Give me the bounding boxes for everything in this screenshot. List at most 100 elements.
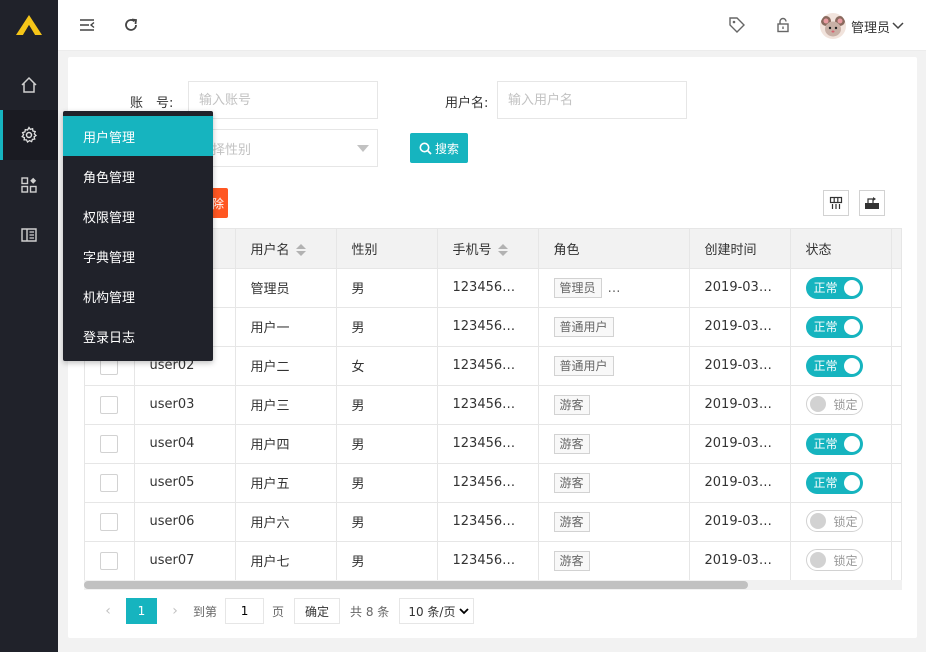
goto-confirm-button[interactable]: 确定 bbox=[294, 598, 341, 624]
columns-filter-button[interactable] bbox=[823, 190, 849, 216]
menu-toggle-button[interactable] bbox=[76, 14, 98, 36]
row-select-cell[interactable] bbox=[85, 424, 135, 464]
total-count: 共 8 条 bbox=[350, 604, 390, 619]
table-row[interactable]: user07 用户七男 12345678901 游客 2019-03-19 锁定 bbox=[85, 541, 901, 581]
scrollbar-thumb[interactable] bbox=[84, 581, 748, 589]
status-switch[interactable]: 正常 bbox=[805, 432, 863, 455]
horizontal-scrollbar[interactable] bbox=[84, 580, 902, 590]
gender-select[interactable]: 选择性别 bbox=[188, 129, 378, 167]
phone-cell: 12345678901 bbox=[437, 541, 539, 581]
page-size-select[interactable]: 10 条/页 bbox=[399, 598, 475, 624]
submenu-item[interactable]: 用户管理 bbox=[63, 116, 213, 156]
checkbox[interactable] bbox=[100, 551, 118, 570]
extra-cell bbox=[891, 541, 901, 581]
refresh-button[interactable] bbox=[120, 14, 142, 36]
nav-components[interactable] bbox=[0, 160, 58, 210]
settings-submenu: 用户管理 角色管理 权限管理 字典管理 机构管理 登录日志 bbox=[63, 111, 213, 361]
status-switch[interactable]: 正常 bbox=[805, 471, 863, 494]
status-switch[interactable]: 正常 bbox=[805, 354, 863, 377]
row-select-cell[interactable] bbox=[85, 541, 135, 581]
next-page-icon[interactable]: › bbox=[165, 603, 185, 619]
status-switch[interactable]: 锁定 bbox=[805, 549, 863, 571]
current-page[interactable]: 1 bbox=[126, 598, 157, 624]
status-switch[interactable]: 锁定 bbox=[805, 393, 863, 415]
user-menu[interactable]: 管理员 bbox=[820, 12, 904, 40]
sort-icon[interactable] bbox=[295, 244, 306, 257]
search-button[interactable]: 搜索 bbox=[410, 133, 468, 163]
header-created[interactable]: 创建时间 bbox=[689, 229, 791, 269]
theme-button[interactable] bbox=[726, 14, 748, 36]
role-tag: 游客 bbox=[553, 472, 590, 493]
roles-cell: 管理员 普通用户 bbox=[538, 268, 690, 308]
lock-screen-button[interactable] bbox=[772, 14, 794, 36]
phone-cell: 12345678901 bbox=[437, 385, 539, 425]
account-input[interactable] bbox=[188, 81, 378, 119]
status-switch[interactable]: 锁定 bbox=[805, 510, 863, 532]
sort-icon[interactable] bbox=[497, 244, 508, 257]
phone-cell: 12345678901 bbox=[437, 346, 539, 386]
header-extra bbox=[891, 229, 901, 269]
created-cell: 2019-03-19 bbox=[689, 307, 791, 347]
extra-cell bbox=[891, 463, 901, 503]
username-input[interactable] bbox=[497, 81, 687, 119]
extra-cell bbox=[891, 346, 901, 386]
header-roles: 角色 bbox=[538, 229, 690, 269]
extra-cell bbox=[891, 268, 901, 308]
submenu-item[interactable]: 权限管理 bbox=[63, 196, 213, 236]
username-cell: 用户一 bbox=[235, 307, 337, 347]
status-cell: 正常 bbox=[790, 268, 892, 308]
submenu-item[interactable]: 字典管理 bbox=[63, 236, 213, 276]
nav-home[interactable] bbox=[0, 60, 58, 110]
phone-cell: 12345678901 bbox=[437, 307, 539, 347]
nav-docs[interactable] bbox=[0, 210, 58, 260]
role-tag: 普通用户 bbox=[553, 316, 614, 337]
username-cell: 用户二 bbox=[235, 346, 337, 386]
page-size-value: 10 条/页 bbox=[408, 604, 456, 619]
submenu-item[interactable]: 机构管理 bbox=[63, 276, 213, 316]
table-row[interactable]: user04 用户四男 12345678901 游客 2019-03-19 正常 bbox=[85, 424, 901, 464]
created-cell: 2019-03-19 bbox=[689, 541, 791, 581]
table-row[interactable]: user06 用户六男 12345678901 游客 2019-03-19 锁定 bbox=[85, 502, 901, 542]
header-label: 创建时间 bbox=[704, 242, 757, 258]
menu-fold-icon bbox=[80, 19, 95, 31]
app-logo[interactable] bbox=[0, 0, 58, 50]
header-username[interactable]: 用户名 bbox=[235, 229, 337, 269]
chevron-down-icon bbox=[892, 22, 904, 30]
role-tag: 普通用户 bbox=[553, 355, 614, 376]
extra-cell bbox=[891, 307, 901, 347]
row-select-cell[interactable] bbox=[85, 385, 135, 425]
gender-cell: 男 bbox=[336, 424, 438, 464]
status-switch-label: 正常 bbox=[813, 476, 838, 490]
row-select-cell[interactable] bbox=[85, 463, 135, 503]
goto-page-input[interactable] bbox=[225, 598, 265, 624]
status-switch-label: 正常 bbox=[813, 320, 838, 334]
prev-page-icon[interactable]: ‹ bbox=[98, 603, 118, 619]
username-cell: 用户三 bbox=[235, 385, 337, 425]
table-row[interactable]: user05 用户五男 12345678901 游客 2019-03-19 正常 bbox=[85, 463, 901, 503]
status-cell: 正常 bbox=[790, 463, 892, 503]
avatar bbox=[820, 13, 846, 39]
status-switch-label: 正常 bbox=[813, 359, 838, 373]
gear-icon bbox=[21, 126, 38, 143]
submenu-item[interactable]: 角色管理 bbox=[63, 156, 213, 196]
checkbox[interactable] bbox=[100, 434, 118, 453]
header-label: 用户名 bbox=[250, 242, 290, 258]
header-phone[interactable]: 手机号 bbox=[437, 229, 539, 269]
header-label: 状态 bbox=[805, 242, 832, 258]
checkbox[interactable] bbox=[100, 512, 118, 531]
submenu-item[interactable]: 登录日志 bbox=[63, 316, 213, 356]
created-cell: 2019-03-19 bbox=[689, 424, 791, 464]
nav-settings[interactable] bbox=[0, 110, 58, 160]
export-button[interactable] bbox=[859, 190, 885, 216]
checkbox[interactable] bbox=[100, 473, 118, 492]
table-row[interactable]: user03 用户三男 12345678901 游客 2019-03-19 锁定 bbox=[85, 385, 901, 425]
gender-cell: 男 bbox=[336, 502, 438, 542]
status-switch[interactable]: 正常 bbox=[805, 315, 863, 338]
status-switch[interactable]: 正常 bbox=[805, 276, 863, 299]
username-cell: 用户四 bbox=[235, 424, 337, 464]
row-select-cell[interactable] bbox=[85, 502, 135, 542]
switch-knob bbox=[843, 279, 860, 296]
checkbox[interactable] bbox=[100, 395, 118, 414]
role-tag: 管理员 bbox=[553, 277, 602, 298]
status-cell: 正常 bbox=[790, 307, 892, 347]
